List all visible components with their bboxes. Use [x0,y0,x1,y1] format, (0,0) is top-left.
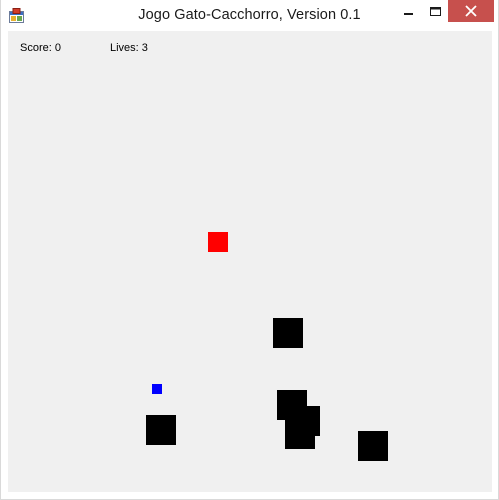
minimize-icon [404,13,413,15]
title-bar[interactable]: Jogo Gato-Cacchorro, Version 0.1 [0,0,499,31]
player-cat [208,232,228,252]
lives-label: Lives: 3 [110,42,148,54]
game-window: Jogo Gato-Cacchorro, Version 0.1 Score: … [0,0,499,500]
enemy-dog [273,318,303,348]
minimize-button[interactable] [394,0,422,22]
food-pellet [152,384,162,394]
close-button[interactable] [448,0,494,22]
close-icon [465,5,477,17]
enemy-dog [285,419,315,449]
maximize-icon [430,7,441,16]
game-canvas[interactable] [8,31,492,492]
enemy-dog [358,431,388,461]
maximize-button[interactable] [422,0,448,22]
enemy-dog [146,415,176,445]
score-label: Score: 0 [20,42,61,54]
